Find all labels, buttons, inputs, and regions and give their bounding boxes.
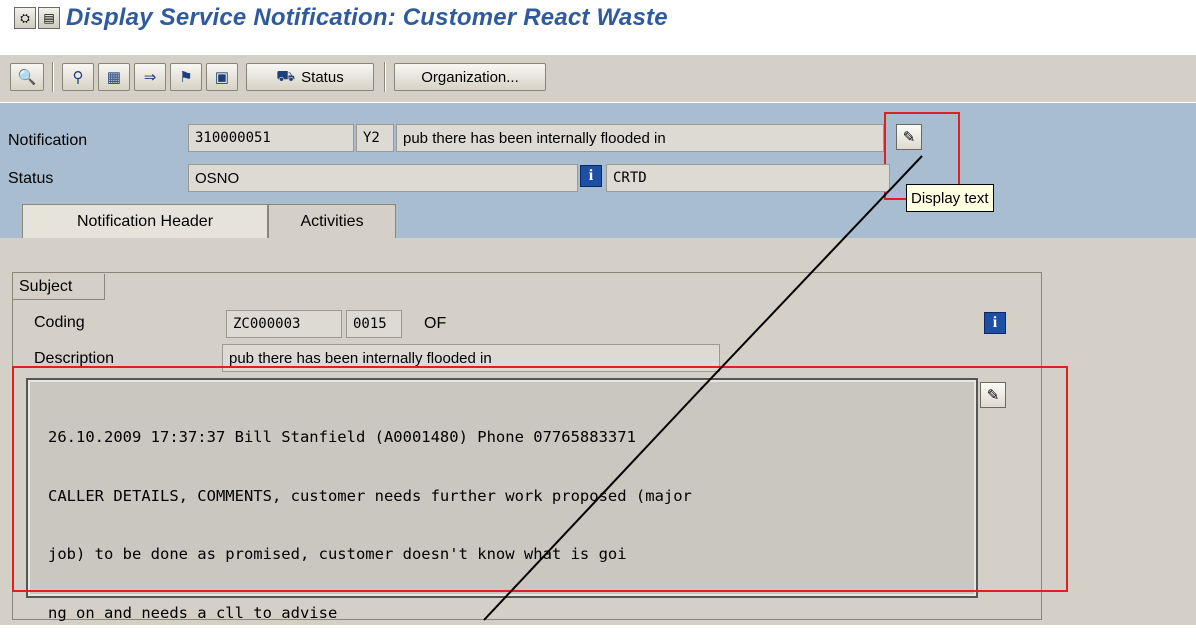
- annotation-line: [483, 155, 923, 621]
